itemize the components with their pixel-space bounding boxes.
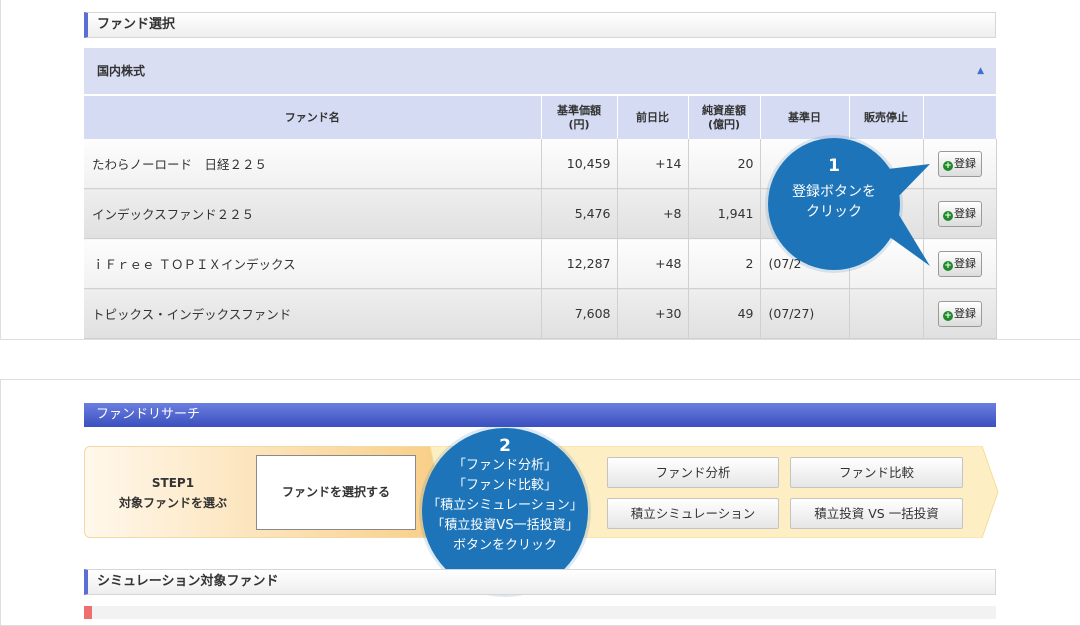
- red-marker: [84, 606, 92, 619]
- callout-1-number: 1: [828, 156, 840, 176]
- savings-simulation-button[interactable]: 積立シミュレーション: [607, 498, 779, 529]
- callout-1-line1: 登録ボタンを: [792, 184, 876, 200]
- savings-vs-lumpsum-button[interactable]: 積立投資 VS 一括投資: [790, 498, 963, 529]
- fund-analysis-button[interactable]: ファンド分析: [607, 457, 779, 488]
- fund-compare-button[interactable]: ファンド比較: [790, 457, 963, 488]
- callout-2-line1: 「ファンド分析」: [452, 458, 557, 473]
- callout-2-line3: 「積立シミュレーション」: [427, 498, 583, 513]
- simulation-target-header: シミュレーション対象ファンド: [84, 569, 996, 595]
- callout-1: 1 登録ボタンを クリック: [768, 138, 900, 270]
- callout-2-line4: 「積立投資VS一括投資」: [431, 518, 579, 533]
- callout-2-line2: 「ファンド比較」: [452, 478, 557, 493]
- step1-label: STEP1 対象ファンドを選ぶ: [93, 473, 253, 513]
- callout-2-number: 2: [499, 436, 511, 456]
- step1-title: STEP1: [151, 476, 195, 490]
- fund-research-header: ファンドリサーチ: [84, 403, 996, 427]
- select-fund-button[interactable]: ファンドを選択する: [256, 455, 416, 530]
- simulation-row: [92, 606, 996, 619]
- step1-subtitle: 対象ファンドを選ぶ: [118, 496, 227, 510]
- callout-2-line5: ボタンをクリック: [452, 538, 557, 553]
- callout-1-line2: クリック: [806, 204, 862, 220]
